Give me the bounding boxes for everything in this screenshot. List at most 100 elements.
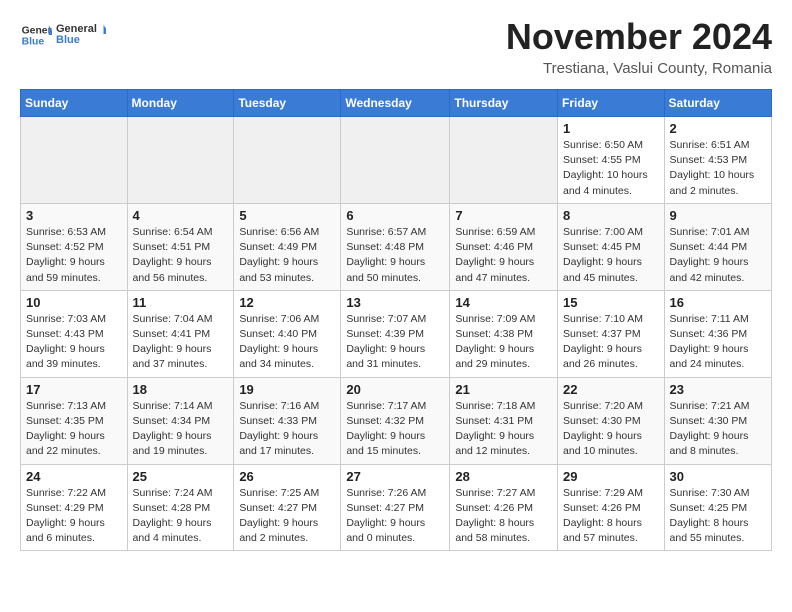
day-number: 25 <box>133 469 229 484</box>
day-number: 7 <box>455 208 552 223</box>
day-number: 27 <box>346 469 444 484</box>
svg-text:General: General <box>56 23 97 35</box>
day-number: 8 <box>563 208 659 223</box>
calendar-cell: 20 Sunrise: 7:17 AM Sunset: 4:32 PM Dayli… <box>341 377 450 464</box>
day-number: 29 <box>563 469 659 484</box>
day-number: 16 <box>670 295 766 310</box>
day-info: Sunrise: 7:17 AM Sunset: 4:32 PM Dayligh… <box>346 399 444 460</box>
day-number: 12 <box>239 295 335 310</box>
day-info: Sunrise: 7:14 AM Sunset: 4:34 PM Dayligh… <box>133 399 229 460</box>
day-info: Sunrise: 7:06 AM Sunset: 4:40 PM Dayligh… <box>239 312 335 373</box>
calendar-cell <box>127 117 234 204</box>
calendar-cell: 1 Sunrise: 6:50 AM Sunset: 4:55 PM Daylig… <box>558 117 665 204</box>
calendar-cell: 17 Sunrise: 7:13 AM Sunset: 4:35 PM Dayli… <box>21 377 128 464</box>
day-number: 11 <box>133 295 229 310</box>
day-info: Sunrise: 6:53 AM Sunset: 4:52 PM Dayligh… <box>26 225 122 286</box>
day-info: Sunrise: 6:51 AM Sunset: 4:53 PM Dayligh… <box>670 138 766 199</box>
day-info: Sunrise: 7:00 AM Sunset: 4:45 PM Dayligh… <box>563 225 659 286</box>
calendar-week-row: 17 Sunrise: 7:13 AM Sunset: 4:35 PM Dayli… <box>21 377 772 464</box>
calendar-cell: 5Sunrise: 6:56 AM Sunset: 4:49 PM Daylig… <box>234 203 341 290</box>
calendar-cell: 4 Sunrise: 6:54 AM Sunset: 4:51 PM Daylig… <box>127 203 234 290</box>
calendar-cell: 16 Sunrise: 7:11 AM Sunset: 4:36 PM Dayli… <box>664 290 771 377</box>
weekday-header-sunday: Sunday <box>21 90 128 117</box>
day-number: 9 <box>670 208 766 223</box>
day-info: Sunrise: 7:01 AM Sunset: 4:44 PM Dayligh… <box>670 225 766 286</box>
day-info: Sunrise: 6:56 AM Sunset: 4:49 PM Dayligh… <box>239 225 335 286</box>
day-number: 22 <box>563 382 659 397</box>
logo-icon: General Blue <box>20 19 52 51</box>
day-number: 30 <box>670 469 766 484</box>
calendar-cell: 26Sunrise: 7:25 AM Sunset: 4:27 PM Dayli… <box>234 464 341 551</box>
day-info: Sunrise: 7:25 AM Sunset: 4:27 PM Dayligh… <box>239 486 335 547</box>
calendar-cell: 14Sunrise: 7:09 AM Sunset: 4:38 PM Dayli… <box>450 290 558 377</box>
day-number: 15 <box>563 295 659 310</box>
calendar-cell: 23Sunrise: 7:21 AM Sunset: 4:30 PM Dayli… <box>664 377 771 464</box>
calendar-cell: 25Sunrise: 7:24 AM Sunset: 4:28 PM Dayli… <box>127 464 234 551</box>
month-title: November 2024 <box>506 16 772 58</box>
logo-graphic: General Blue <box>56 16 106 54</box>
day-number: 6 <box>346 208 444 223</box>
calendar-cell: 10 Sunrise: 7:03 AM Sunset: 4:43 PM Dayli… <box>21 290 128 377</box>
calendar-cell <box>21 117 128 204</box>
weekday-header-friday: Friday <box>558 90 665 117</box>
day-info: Sunrise: 7:07 AM Sunset: 4:39 PM Dayligh… <box>346 312 444 373</box>
day-number: 20 <box>346 382 444 397</box>
day-info: Sunrise: 7:13 AM Sunset: 4:35 PM Dayligh… <box>26 399 122 460</box>
day-info: Sunrise: 7:04 AM Sunset: 4:41 PM Dayligh… <box>133 312 229 373</box>
calendar-cell: 8 Sunrise: 7:00 AM Sunset: 4:45 PM Daylig… <box>558 203 665 290</box>
day-number: 10 <box>26 295 122 310</box>
calendar-cell <box>341 117 450 204</box>
day-number: 24 <box>26 469 122 484</box>
day-number: 13 <box>346 295 444 310</box>
calendar-cell: 22 Sunrise: 7:20 AM Sunset: 4:30 PM Dayli… <box>558 377 665 464</box>
day-number: 1 <box>563 121 659 136</box>
weekday-header-thursday: Thursday <box>450 90 558 117</box>
day-info: Sunrise: 7:09 AM Sunset: 4:38 PM Dayligh… <box>455 312 552 373</box>
calendar-cell: 11 Sunrise: 7:04 AM Sunset: 4:41 PM Dayli… <box>127 290 234 377</box>
day-info: Sunrise: 7:03 AM Sunset: 4:43 PM Dayligh… <box>26 312 122 373</box>
day-info: Sunrise: 7:22 AM Sunset: 4:29 PM Dayligh… <box>26 486 122 547</box>
day-info: Sunrise: 7:11 AM Sunset: 4:36 PM Dayligh… <box>670 312 766 373</box>
day-number: 3 <box>26 208 122 223</box>
day-info: Sunrise: 6:59 AM Sunset: 4:46 PM Dayligh… <box>455 225 552 286</box>
calendar-cell: 9 Sunrise: 7:01 AM Sunset: 4:44 PM Daylig… <box>664 203 771 290</box>
day-info: Sunrise: 7:27 AM Sunset: 4:26 PM Dayligh… <box>455 486 552 547</box>
weekday-header-monday: Monday <box>127 90 234 117</box>
calendar-week-row: 3 Sunrise: 6:53 AM Sunset: 4:52 PM Daylig… <box>21 203 772 290</box>
day-info: Sunrise: 6:57 AM Sunset: 4:48 PM Dayligh… <box>346 225 444 286</box>
day-number: 19 <box>239 382 335 397</box>
calendar-cell: 15 Sunrise: 7:10 AM Sunset: 4:37 PM Dayli… <box>558 290 665 377</box>
calendar-cell: 12 Sunrise: 7:06 AM Sunset: 4:40 PM Dayli… <box>234 290 341 377</box>
calendar-week-row: 1 Sunrise: 6:50 AM Sunset: 4:55 PM Daylig… <box>21 117 772 204</box>
calendar-cell: 2Sunrise: 6:51 AM Sunset: 4:53 PM Daylig… <box>664 117 771 204</box>
svg-text:General: General <box>22 25 52 36</box>
day-info: Sunrise: 7:20 AM Sunset: 4:30 PM Dayligh… <box>563 399 659 460</box>
svg-text:Blue: Blue <box>22 37 45 48</box>
weekday-header-row: SundayMondayTuesdayWednesdayThursdayFrid… <box>21 90 772 117</box>
weekday-header-wednesday: Wednesday <box>341 90 450 117</box>
calendar-cell <box>450 117 558 204</box>
calendar-cell: 7 Sunrise: 6:59 AM Sunset: 4:46 PM Daylig… <box>450 203 558 290</box>
calendar-cell: 18 Sunrise: 7:14 AM Sunset: 4:34 PM Dayli… <box>127 377 234 464</box>
calendar-cell: 27Sunrise: 7:26 AM Sunset: 4:27 PM Dayli… <box>341 464 450 551</box>
day-number: 17 <box>26 382 122 397</box>
calendar-cell: 6 Sunrise: 6:57 AM Sunset: 4:48 PM Daylig… <box>341 203 450 290</box>
svg-text:Blue: Blue <box>56 34 80 46</box>
day-info: Sunrise: 7:29 AM Sunset: 4:26 PM Dayligh… <box>563 486 659 547</box>
day-number: 28 <box>455 469 552 484</box>
day-info: Sunrise: 6:50 AM Sunset: 4:55 PM Dayligh… <box>563 138 659 199</box>
day-number: 4 <box>133 208 229 223</box>
calendar-cell: 30Sunrise: 7:30 AM Sunset: 4:25 PM Dayli… <box>664 464 771 551</box>
day-info: Sunrise: 7:10 AM Sunset: 4:37 PM Dayligh… <box>563 312 659 373</box>
day-number: 18 <box>133 382 229 397</box>
calendar-cell: 24 Sunrise: 7:22 AM Sunset: 4:29 PM Dayli… <box>21 464 128 551</box>
day-info: Sunrise: 7:16 AM Sunset: 4:33 PM Dayligh… <box>239 399 335 460</box>
title-area: November 2024 Trestiana, Vaslui County, … <box>506 16 772 77</box>
weekday-header-saturday: Saturday <box>664 90 771 117</box>
day-info: Sunrise: 6:54 AM Sunset: 4:51 PM Dayligh… <box>133 225 229 286</box>
day-info: Sunrise: 7:18 AM Sunset: 4:31 PM Dayligh… <box>455 399 552 460</box>
day-number: 21 <box>455 382 552 397</box>
calendar-cell: 29 Sunrise: 7:29 AM Sunset: 4:26 PM Dayli… <box>558 464 665 551</box>
logo: General Blue General Blue <box>20 16 106 54</box>
calendar-cell <box>234 117 341 204</box>
